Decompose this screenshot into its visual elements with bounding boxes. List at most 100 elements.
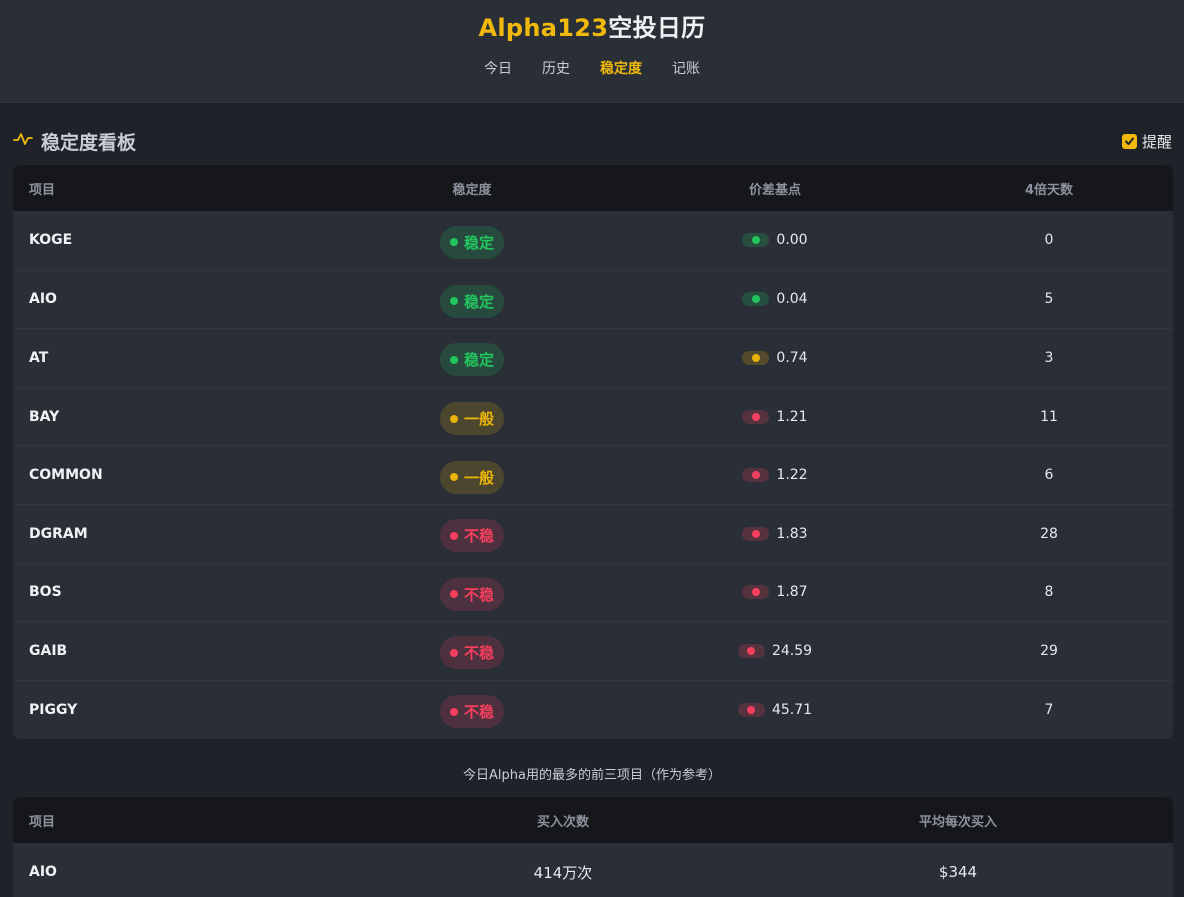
spread-indicator-icon (742, 585, 770, 600)
app-header: Alpha123空投日历 今日 历史 稳定度 记账 (0, 0, 1184, 103)
project-name: AIO (29, 864, 57, 881)
dashboard-title: 稳定度看板 (13, 128, 136, 155)
status-dot-icon (449, 707, 458, 716)
table-row[interactable]: AIO 稳定 0.04 5 (13, 269, 1173, 329)
row-cell-spread: 1.22 (625, 467, 925, 483)
spread-value: 1.22 (776, 467, 808, 484)
spread-dot-icon (751, 529, 760, 538)
spread-dot-icon (751, 471, 760, 480)
status-dot-icon (449, 648, 458, 657)
table-row[interactable]: BOS 不稳 1.87 8 (13, 562, 1173, 622)
row-cell-stability: 一般 (319, 398, 625, 436)
stability-badge: 一般 (439, 402, 504, 436)
section-header: 稳定度看板 提醒 (13, 126, 1172, 156)
stability-badge: 不稳 (439, 519, 504, 553)
table-row[interactable]: BAY 一般 1.21 11 (13, 386, 1173, 446)
table-row[interactable]: DGRAM 不稳 1.83 28 (13, 503, 1173, 563)
table-row[interactable]: PIGGY 不稳 45.71 7 (13, 679, 1173, 739)
stability-badge: 不稳 (439, 636, 504, 670)
stability-badge: 不稳 (439, 695, 504, 729)
spread-value-wrap: 1.21 (742, 409, 808, 425)
spread-dot-icon (747, 705, 756, 714)
row-cell-days: 0 (1044, 232, 1054, 249)
stability-label: 一般 (463, 410, 494, 429)
row-cell-project: KOGE (13, 232, 319, 248)
row-cell-days: 3 (1044, 349, 1054, 366)
spread-value-wrap: 0.04 (742, 291, 808, 307)
nav-history[interactable]: 历史 (542, 58, 570, 78)
dashboard-title-text: 稳定度看板 (41, 131, 137, 154)
stability-label: 稳定 (463, 292, 494, 311)
spread-value: 1.87 (776, 584, 808, 601)
spread-indicator-icon (742, 526, 770, 541)
spread-dot-icon (751, 295, 760, 304)
spread-value-wrap: 1.83 (742, 526, 808, 542)
row-cell-spread: 1.83 (625, 526, 925, 542)
checkbox-checked-icon[interactable] (1121, 133, 1137, 149)
row-cell-days: 6 (1044, 467, 1054, 484)
row-cell-project: AIO (13, 864, 383, 880)
stability-label: 不稳 (463, 527, 494, 546)
project-name: BOS (29, 584, 62, 601)
row-cell-spread: 0.00 (625, 232, 925, 248)
spread-value-wrap: 45.71 (737, 702, 812, 718)
row-cell-project: BOS (13, 584, 319, 600)
row-cell-buys: 414万次 (533, 863, 593, 882)
spread-value-wrap: 1.87 (742, 584, 808, 601)
spread-indicator-icon (742, 350, 770, 365)
stability-badge: 稳定 (439, 284, 504, 318)
nav-stability[interactable]: 稳定度 (600, 58, 642, 78)
project-name: PIGGY (29, 701, 78, 718)
spread-dot-icon (751, 412, 760, 421)
app-title-accent: Alpha123 (478, 14, 609, 42)
col-4x-days: 4倍天数 (1024, 182, 1074, 198)
table-row[interactable]: COMMON 一般 1.22 6 (13, 445, 1173, 504)
table-row[interactable]: AT 稳定 0.74 3 (13, 328, 1173, 387)
row-cell-spread: 45.71 (625, 702, 925, 718)
row-cell-spread: 1.21 (625, 409, 925, 425)
row-cell-project: COMMON (13, 467, 319, 483)
status-dot-icon (449, 531, 458, 540)
col-stability: 稳定度 (452, 182, 492, 198)
stability-label: 一般 (463, 468, 494, 487)
remind-label: 提醒 (1141, 132, 1172, 151)
status-dot-icon (449, 590, 458, 599)
pulse-icon (13, 130, 33, 152)
spread-dot-icon (751, 236, 760, 245)
row-cell-stability: 不稳 (319, 691, 625, 729)
table-row[interactable]: KOGE 稳定 0.00 0 (13, 211, 1173, 270)
stability-label: 稳定 (463, 351, 494, 370)
row-cell-stability: 稳定 (319, 339, 625, 377)
spread-indicator-icon (742, 468, 770, 483)
stability-label: 不稳 (463, 585, 494, 604)
spread-indicator-icon (742, 409, 770, 424)
project-name: AIO (29, 291, 57, 308)
reference-table-header: 项目 买入次数 平均每次买入 (13, 797, 1173, 843)
table-row[interactable]: GAIB 不稳 24.59 29 (13, 621, 1173, 680)
nav-today[interactable]: 今日 (484, 58, 512, 78)
reference-table-body: AIO 414万次 $344 (13, 843, 1173, 897)
spread-dot-icon (751, 588, 760, 597)
project-name: GAIB (29, 642, 68, 659)
row-cell-days: 11 (1040, 408, 1058, 425)
row-cell-spread: 1.87 (625, 584, 925, 600)
row-cell-spread: 0.04 (625, 291, 925, 307)
spread-value-wrap: 0.00 (742, 232, 808, 248)
status-dot-icon (449, 473, 458, 482)
stability-badge: 一般 (439, 460, 504, 494)
stability-label: 稳定 (463, 233, 494, 252)
col-ref-buys: 买入次数 (536, 814, 589, 830)
row-cell-days: 28 (1040, 525, 1058, 542)
row-cell-stability: 不稳 (319, 515, 625, 553)
table-row[interactable]: AIO 414万次 $344 (13, 843, 1173, 897)
row-cell-stability: 一般 (319, 457, 625, 494)
remind-toggle[interactable]: 提醒 (1121, 131, 1172, 152)
project-name: COMMON (29, 467, 103, 484)
row-cell-days: 8 (1044, 584, 1054, 601)
nav-ledger[interactable]: 记账 (672, 58, 700, 78)
row-cell-project: DGRAM (13, 526, 319, 542)
row-cell-stability: 不稳 (319, 574, 625, 611)
spread-indicator-icon (737, 643, 765, 658)
project-name: KOGE (29, 232, 73, 249)
stability-label: 不稳 (463, 703, 494, 722)
